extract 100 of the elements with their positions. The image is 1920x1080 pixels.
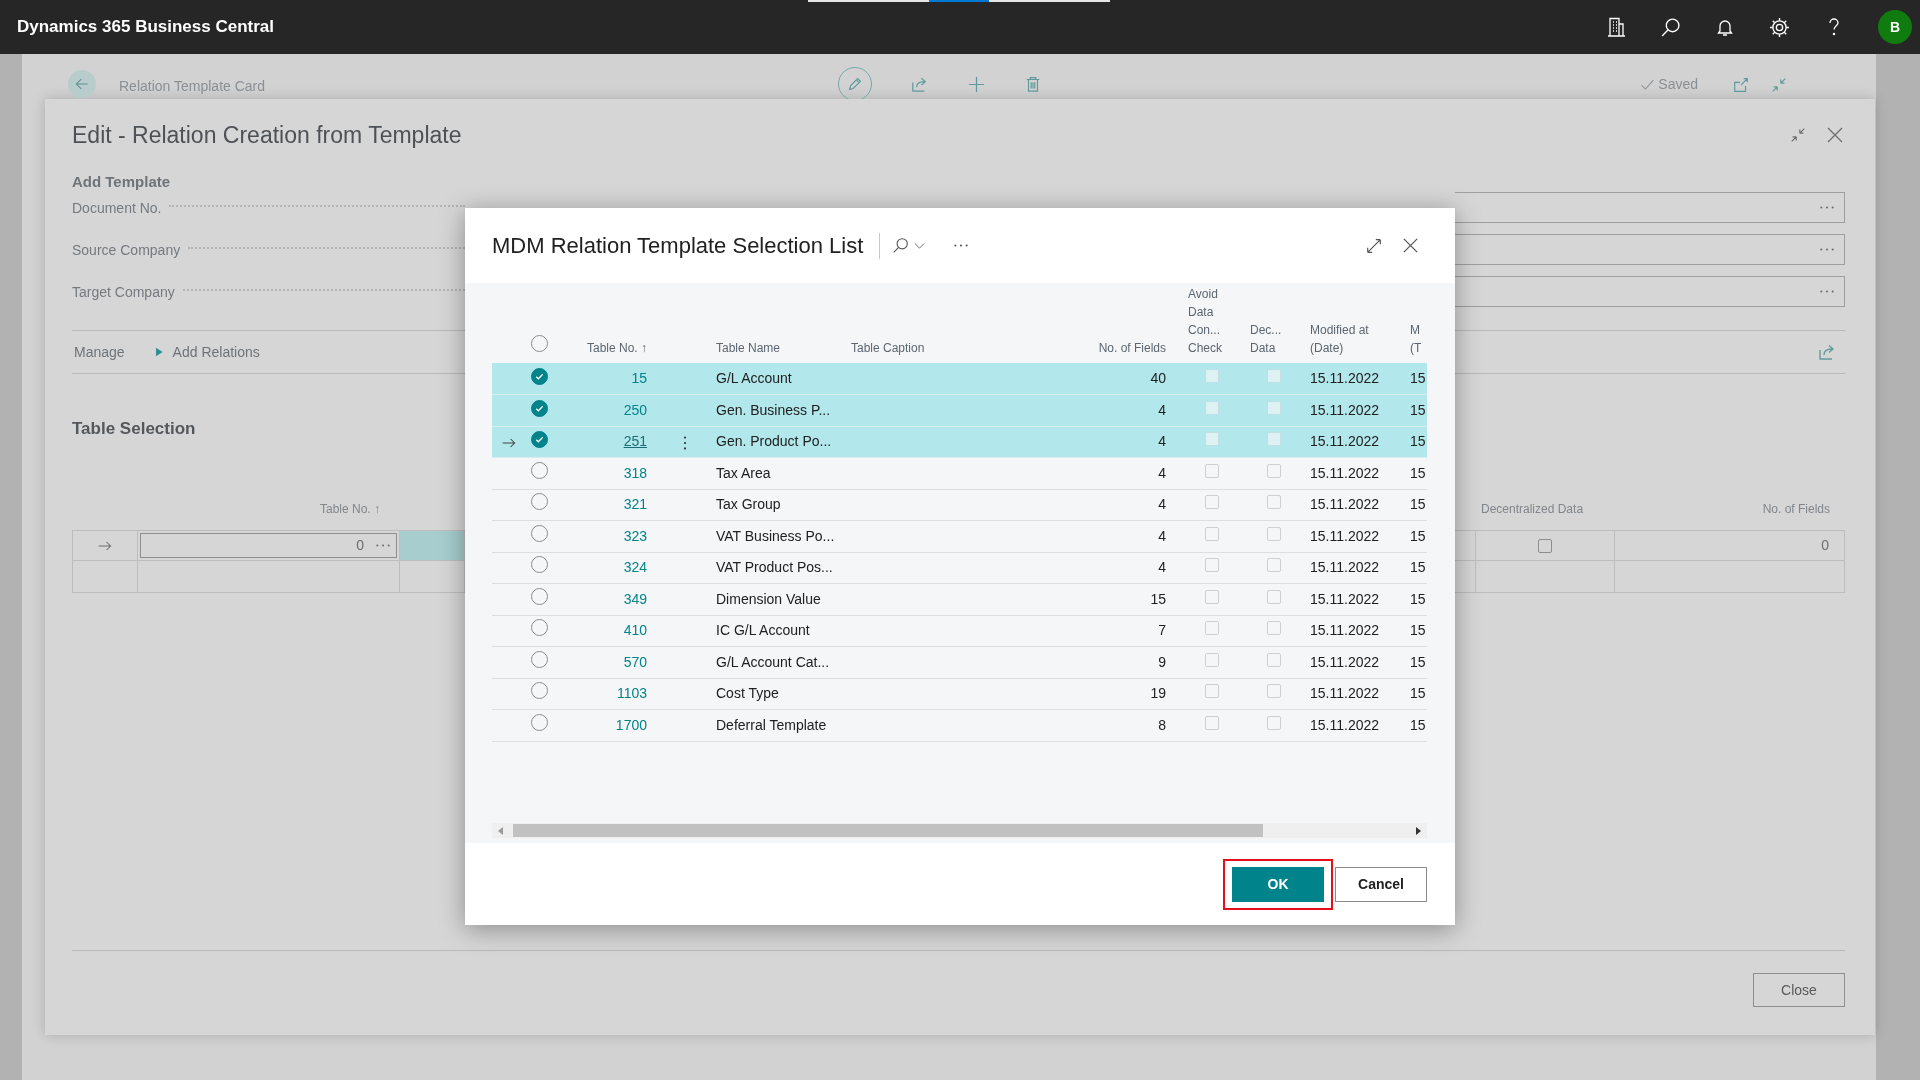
search-icon[interactable] xyxy=(1660,16,1681,38)
scroll-right-icon[interactable] xyxy=(1415,826,1421,835)
column-header[interactable]: Avoid Data Con... Check xyxy=(1188,285,1245,357)
table-number-link[interactable]: 1103 xyxy=(616,685,647,702)
column-header[interactable]: Table No. ↑ xyxy=(137,500,400,520)
table-cell: 15.11.2022 xyxy=(1310,685,1380,702)
table-cell: Tax Area xyxy=(716,464,771,481)
checkbox[interactable] xyxy=(1205,495,1219,510)
back-button[interactable] xyxy=(68,70,96,98)
table-number-link[interactable]: 324 xyxy=(623,559,647,576)
menu-tab[interactable]: Manage xyxy=(74,341,125,363)
checkbox[interactable] xyxy=(1267,621,1281,636)
column-header[interactable]: Table Name xyxy=(716,341,781,355)
checkbox[interactable] xyxy=(1205,684,1219,699)
dialog-title: MDM Relation Template Selection List xyxy=(492,232,864,260)
table-cell: 15 xyxy=(1410,653,1426,670)
table-number-link[interactable]: 251 xyxy=(623,433,647,450)
column-header[interactable]: Table Caption xyxy=(851,341,925,355)
checkbox[interactable] xyxy=(1267,715,1281,730)
close-icon[interactable] xyxy=(1825,125,1845,145)
column-header[interactable]: Decentralized Data xyxy=(1475,500,1614,520)
table-cell: Cost Type xyxy=(716,685,779,702)
column-header[interactable]: Dec... Data xyxy=(1250,321,1302,357)
table-cell: 15.11.2022 xyxy=(1310,433,1380,450)
more-icon xyxy=(1820,290,1834,293)
checkbox[interactable] xyxy=(1267,652,1281,667)
table-number-link[interactable]: 318 xyxy=(623,464,647,481)
table-cell: VAT Product Pos... xyxy=(716,559,833,576)
field-label: Source Company xyxy=(72,240,181,260)
more-icon[interactable] xyxy=(954,244,969,247)
select-radio[interactable] xyxy=(531,368,548,385)
table-cell-text: 0 xyxy=(1821,536,1829,555)
table-cell: 15 xyxy=(1410,590,1426,607)
table-cell: 15.11.2022 xyxy=(1310,559,1380,576)
app-title: Dynamics 365 Business Central xyxy=(17,16,274,39)
expand-icon[interactable] xyxy=(1365,236,1383,255)
trash-icon[interactable] xyxy=(1024,75,1042,93)
table-number-link[interactable]: 250 xyxy=(623,401,647,418)
table-number-link[interactable]: 323 xyxy=(623,527,647,544)
table-cell: 4 xyxy=(1158,559,1166,576)
checkbox[interactable] xyxy=(1537,538,1552,553)
checkbox[interactable] xyxy=(1267,463,1281,478)
close-button[interactable]: Close xyxy=(1753,973,1845,1007)
checkbox[interactable] xyxy=(1205,589,1219,604)
scrollbar-thumb[interactable] xyxy=(513,824,1263,837)
select-radio[interactable] xyxy=(531,399,548,417)
scroll-left-icon[interactable] xyxy=(498,826,504,835)
user-avatar[interactable]: B xyxy=(1878,10,1912,44)
checkbox[interactable] xyxy=(1267,684,1281,699)
table-cell: 15.11.2022 xyxy=(1310,622,1380,639)
table-number-link[interactable]: 570 xyxy=(623,653,647,670)
table-cell: 4 xyxy=(1158,464,1166,481)
table-number-link[interactable]: 15 xyxy=(631,370,647,386)
secondary-button[interactable]: Cancel xyxy=(1335,866,1427,902)
checkbox[interactable] xyxy=(1205,558,1219,573)
collapse-icon[interactable] xyxy=(1789,126,1807,144)
checkbox[interactable] xyxy=(1205,463,1219,478)
table-number-link[interactable]: 321 xyxy=(623,496,647,513)
table-number-field[interactable]: 0 xyxy=(139,533,398,558)
table-number-link[interactable]: 1700 xyxy=(615,716,647,733)
column-header[interactable]: M (T xyxy=(1410,321,1427,357)
checkbox[interactable] xyxy=(1267,558,1281,573)
table-cell: Gen. Business P... xyxy=(716,401,831,418)
checkbox[interactable] xyxy=(1205,652,1219,667)
checkbox[interactable] xyxy=(1205,526,1219,541)
add-relations-action[interactable]: Add Relations xyxy=(152,341,260,363)
select-radio[interactable] xyxy=(531,431,548,449)
table-number-link[interactable]: 349 xyxy=(623,590,647,607)
table-cell: 15.11.2022 xyxy=(1310,653,1380,670)
search-button[interactable] xyxy=(892,237,927,254)
primary-button[interactable]: OK xyxy=(1232,866,1324,902)
column-header[interactable]: No. of Fields xyxy=(1098,341,1166,355)
table-cell: 4 xyxy=(1158,496,1166,513)
section-title: Add Template xyxy=(72,172,172,192)
page-title: Relation Template Card xyxy=(119,77,266,96)
checkbox[interactable] xyxy=(1267,495,1281,510)
horizontal-scrollbar[interactable] xyxy=(492,823,1427,838)
popout-icon[interactable] xyxy=(1732,75,1750,94)
lookup-field[interactable] xyxy=(1455,234,1845,265)
column-header[interactable]: No. of Fields xyxy=(1614,500,1845,520)
close-icon[interactable] xyxy=(1401,236,1420,255)
checkbox[interactable] xyxy=(1205,621,1219,636)
table-cell: 15.11.2022 xyxy=(1310,464,1380,481)
lookup-field[interactable] xyxy=(1455,192,1845,223)
column-header[interactable]: Table No. ↑ xyxy=(586,341,647,355)
table-cell: 15 xyxy=(1410,716,1426,733)
plus-icon[interactable] xyxy=(967,74,986,94)
table-cell: 15.11.2022 xyxy=(1310,401,1380,418)
table-number-link[interactable]: 410 xyxy=(623,622,647,639)
lookup-field[interactable] xyxy=(1455,276,1845,307)
column-header[interactable]: Modified at (Date) xyxy=(1310,321,1400,357)
building-icon[interactable] xyxy=(1606,17,1626,37)
table-cell: 15 xyxy=(1150,590,1166,607)
checkbox[interactable] xyxy=(1267,589,1281,604)
bell-icon[interactable] xyxy=(1715,17,1735,37)
checkbox[interactable] xyxy=(1267,526,1281,541)
checkbox[interactable] xyxy=(1205,715,1219,730)
settings-icon[interactable] xyxy=(1769,16,1790,38)
table-cell: 15 xyxy=(1410,559,1426,576)
table-cell: IC G/L Account xyxy=(716,622,810,639)
